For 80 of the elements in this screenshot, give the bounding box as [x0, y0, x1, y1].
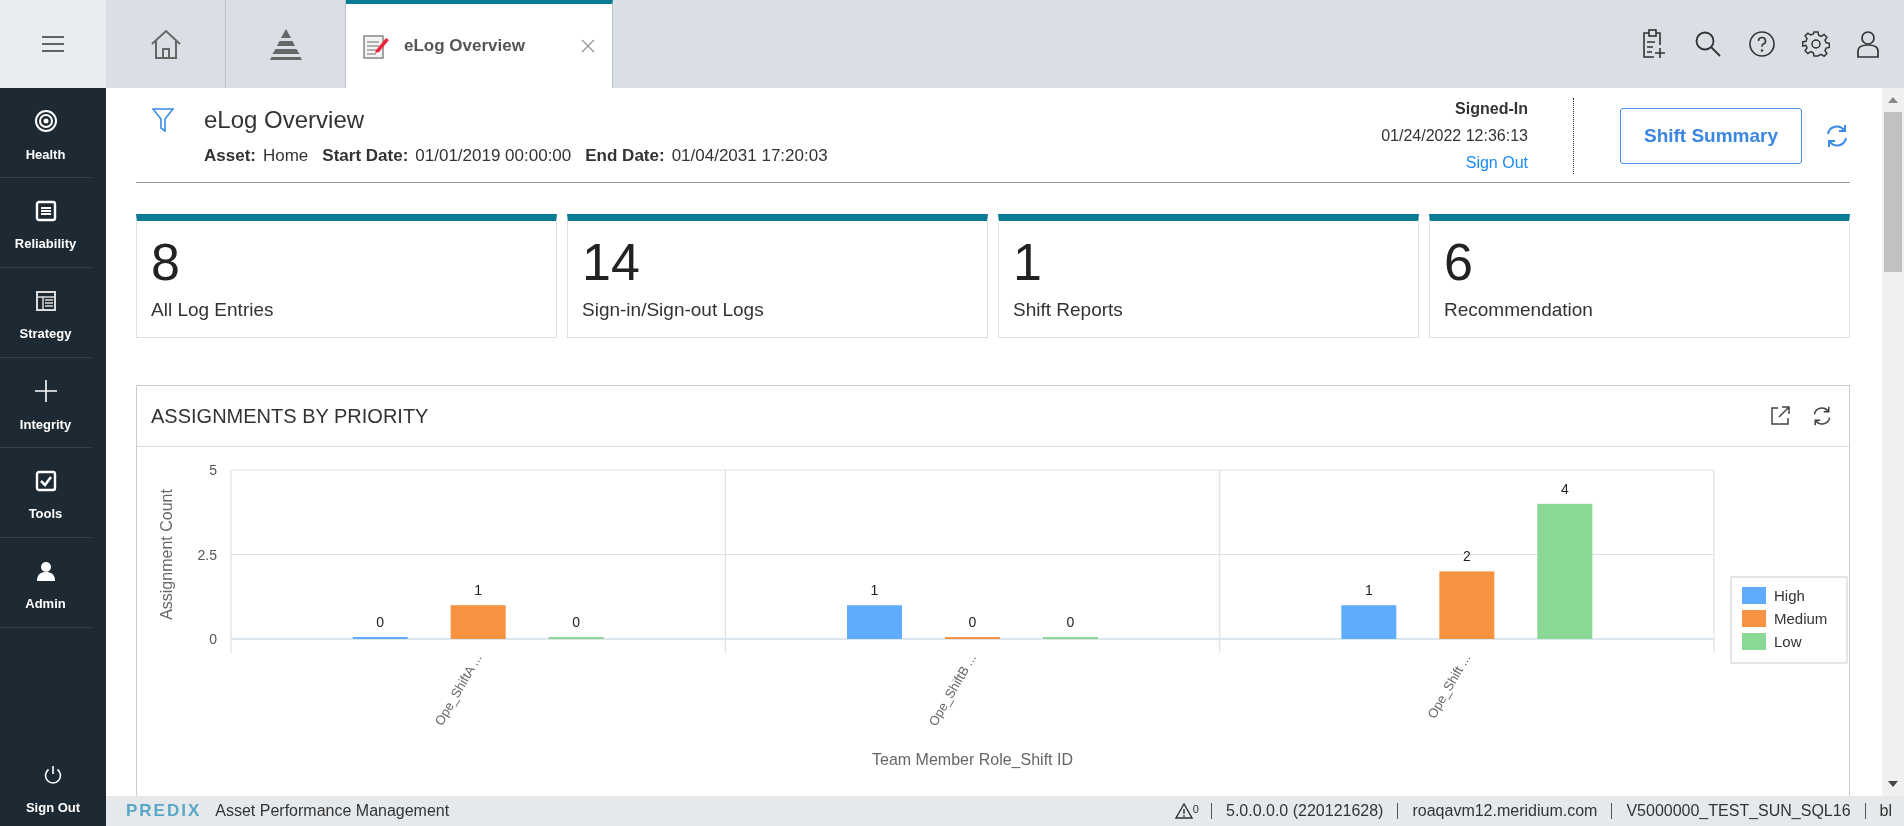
count-card[interactable]: 14 Sign-in/Sign-out Logs [567, 214, 988, 338]
signed-in-heading: Signed-In [1455, 100, 1528, 118]
sign-out-button[interactable]: Sign Out [0, 746, 106, 826]
count-value: 1 [1013, 232, 1043, 293]
add-document-icon[interactable] [1640, 29, 1668, 59]
count-value: 6 [1444, 232, 1474, 293]
axis-tick-label: 2.5 [197, 546, 217, 563]
external-link-icon[interactable] [1769, 405, 1791, 427]
data-label: 1 [474, 582, 483, 599]
shift-summary-button[interactable]: Shift Summary [1620, 108, 1802, 164]
pyramid-icon [267, 27, 304, 61]
refresh-icon[interactable] [1811, 405, 1833, 427]
sidebar-item[interactable]: Tools [0, 448, 91, 538]
status-text: V5000000_TEST_SUN_SQL16 [1611, 803, 1865, 819]
plus-icon [33, 379, 58, 403]
signed-in-time: 01/24/2022 12:36:13 [1381, 127, 1528, 145]
count-label: All Log Entries [151, 299, 275, 321]
data-label: 4 [1560, 480, 1569, 497]
close-icon[interactable] [580, 38, 596, 54]
menu-icon [41, 35, 65, 53]
power-icon [42, 763, 64, 786]
count-label: Recommendation [1444, 299, 1594, 321]
legend-label: Medium [1774, 610, 1828, 627]
legend-label: Low [1774, 633, 1802, 650]
sidebar-item[interactable]: Health [0, 88, 91, 178]
sidebar-item[interactable]: Admin [0, 538, 91, 628]
alerts-indicator[interactable]: 0 [1174, 803, 1211, 819]
count-label: Sign-in/Sign-out Logs [582, 299, 765, 321]
count-value: 8 [151, 232, 181, 293]
sidebar-item[interactable]: Integrity [0, 358, 91, 448]
data-label: 1 [1364, 582, 1373, 599]
notepad-icon [362, 32, 390, 60]
brand-name: PREDIX [126, 801, 202, 821]
data-label: 0 [572, 614, 581, 630]
count-label: Shift Reports [1013, 299, 1124, 321]
sidebar-item[interactable]: Reliability [0, 178, 91, 268]
sign-out-link[interactable]: Sign Out [1465, 154, 1528, 172]
data-label: 0 [376, 614, 385, 630]
count-card[interactable]: 6 Recommendation [1429, 214, 1850, 338]
table-icon [34, 290, 57, 312]
panel-title: ASSIGNMENTS BY PRIORITY [151, 404, 430, 428]
axis-title: Team Member Role_Shift ID [872, 751, 1073, 768]
data-label: 0 [1066, 614, 1075, 630]
page-title: eLog Overview [204, 106, 365, 134]
axis-tick-label: 5 [209, 462, 217, 478]
person-icon [34, 560, 57, 582]
product-name: Asset Performance Management [215, 802, 450, 820]
user-icon[interactable] [1856, 30, 1880, 58]
up-arrow-icon[interactable] [1887, 96, 1899, 104]
status-text: roaqavm12.meridium.com [1397, 803, 1612, 819]
field-label: Start Date: [322, 146, 409, 166]
help-icon[interactable] [1748, 30, 1776, 58]
scrollbar-thumb[interactable] [1884, 112, 1902, 272]
field-label: End Date: [585, 146, 665, 166]
field-value: 01/01/2019 00:00:00 [415, 146, 572, 166]
filter-icon[interactable] [152, 108, 174, 132]
axis-tick-label: 0 [209, 631, 217, 647]
count-card[interactable]: 1 Shift Reports [998, 214, 1419, 338]
axis-title: Assignment Count [158, 489, 175, 620]
field-value: Home [262, 146, 309, 166]
field-value: 01/04/2031 17:20:03 [671, 146, 828, 166]
count-card[interactable]: 8 All Log Entries [136, 214, 557, 338]
target-icon [33, 109, 58, 133]
status-text: bl [1864, 803, 1892, 819]
settings-icon[interactable] [1802, 30, 1830, 58]
field-label: Asset: [204, 146, 256, 166]
checkbox-icon [34, 470, 57, 492]
sidebar-item[interactable]: Strategy [0, 268, 91, 358]
list-icon [34, 200, 57, 222]
status-text: 5.0.0.0.0 (220121628) [1211, 803, 1398, 819]
count-value: 14 [582, 232, 641, 293]
data-label: 0 [968, 614, 977, 630]
tab[interactable]: eLog Overview [346, 0, 613, 88]
data-label: 1 [870, 582, 879, 599]
down-arrow-icon[interactable] [1887, 780, 1899, 788]
warning-icon [1174, 803, 1193, 819]
scrollbar[interactable] [1882, 88, 1904, 796]
search-icon[interactable] [1694, 30, 1722, 58]
data-label: 2 [1462, 548, 1471, 565]
legend-label: High [1774, 587, 1805, 604]
